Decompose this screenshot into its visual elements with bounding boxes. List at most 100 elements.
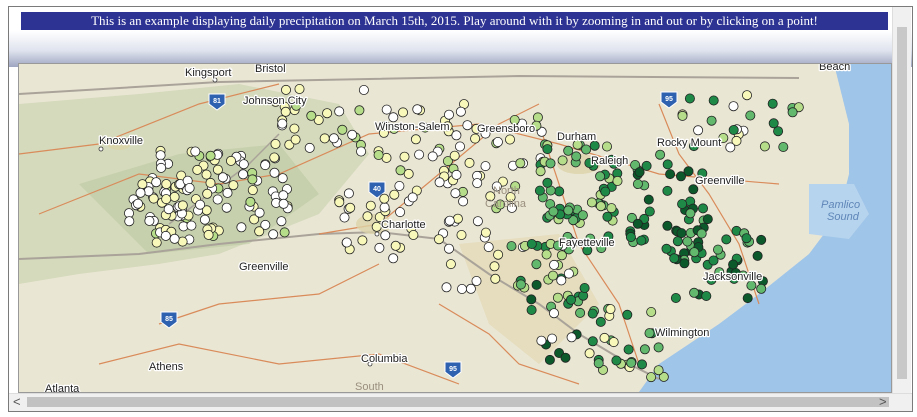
station-marker-none[interactable] (238, 159, 249, 170)
station-marker-light[interactable] (612, 176, 623, 187)
station-marker-moderate[interactable] (756, 283, 767, 294)
station-marker-none[interactable] (492, 137, 503, 148)
station-marker-none[interactable] (184, 183, 195, 194)
station-marker-none[interactable] (124, 216, 135, 227)
station-marker-moderate[interactable] (706, 115, 717, 126)
station-marker-none[interactable] (480, 161, 491, 172)
station-marker-none[interactable] (356, 146, 367, 157)
station-marker-moderate[interactable] (515, 279, 526, 290)
station-marker-trace[interactable] (456, 229, 467, 240)
station-marker-heavy[interactable] (587, 308, 598, 319)
station-marker-moderate[interactable] (563, 205, 574, 216)
station-marker-none[interactable] (471, 275, 482, 286)
station-marker-trace[interactable] (608, 337, 619, 348)
station-marker-light[interactable] (548, 270, 559, 281)
station-marker-none[interactable] (462, 120, 473, 131)
station-marker-light[interactable] (677, 110, 688, 121)
station-marker-trace[interactable] (203, 229, 214, 240)
station-marker-trace[interactable] (247, 185, 258, 196)
station-marker-none[interactable] (304, 142, 315, 153)
station-marker-none[interactable] (221, 202, 232, 213)
station-marker-trace[interactable] (742, 90, 753, 101)
station-marker-none[interactable] (443, 109, 454, 120)
station-marker-none[interactable] (725, 142, 736, 153)
station-marker-very-heavy[interactable] (665, 169, 676, 180)
station-marker-none[interactable] (563, 268, 574, 279)
station-marker-trace[interactable] (362, 211, 373, 222)
station-marker-light[interactable] (205, 150, 216, 161)
station-marker-none[interactable] (212, 194, 223, 205)
station-marker-heavy[interactable] (600, 186, 611, 197)
station-marker-none[interactable] (394, 181, 405, 192)
station-marker-very-heavy[interactable] (742, 293, 753, 304)
station-marker-heavy[interactable] (611, 355, 622, 366)
station-marker-very-heavy[interactable] (683, 166, 694, 177)
station-marker-none[interactable] (277, 173, 288, 184)
station-marker-heavy[interactable] (566, 294, 577, 305)
station-marker-very-heavy[interactable] (752, 250, 763, 261)
station-marker-heavy[interactable] (677, 198, 688, 209)
station-marker-heavy[interactable] (661, 243, 672, 254)
station-marker-heavy[interactable] (741, 233, 752, 244)
station-marker-none[interactable] (268, 229, 279, 240)
station-marker-heavy[interactable] (644, 206, 655, 217)
station-marker-moderate[interactable] (632, 179, 643, 190)
station-marker-none[interactable] (156, 162, 167, 173)
station-marker-trace[interactable] (334, 197, 345, 208)
station-marker-trace[interactable] (452, 213, 463, 224)
station-marker-light[interactable] (337, 124, 348, 135)
station-marker-moderate[interactable] (689, 247, 700, 258)
station-marker-none[interactable] (444, 215, 455, 226)
station-marker-none[interactable] (276, 216, 287, 227)
station-marker-none[interactable] (458, 196, 469, 207)
station-marker-none[interactable] (328, 133, 339, 144)
station-marker-trace[interactable] (177, 200, 188, 211)
station-marker-none[interactable] (343, 188, 354, 199)
station-marker-moderate[interactable] (653, 342, 664, 353)
station-marker-none[interactable] (155, 150, 166, 161)
station-marker-trace[interactable] (389, 189, 400, 200)
station-marker-heavy[interactable] (636, 235, 647, 246)
station-marker-trace[interactable] (410, 134, 421, 145)
station-marker-none[interactable] (483, 242, 494, 253)
horizontal-scroll-thumb[interactable] (27, 397, 889, 407)
station-marker-trace[interactable] (504, 134, 515, 145)
station-marker-none[interactable] (380, 230, 391, 241)
station-marker-heavy[interactable] (641, 160, 652, 171)
station-marker-trace[interactable] (161, 194, 172, 205)
station-marker-none[interactable] (412, 104, 423, 115)
station-marker-heavy[interactable] (767, 98, 778, 109)
precipitation-map[interactable]: 81 95 40 85 95 Kingsport Bristol Johnson… (18, 63, 892, 393)
station-marker-none[interactable] (441, 282, 452, 293)
scroll-right-arrow[interactable]: > (879, 395, 887, 409)
station-marker-none[interactable] (278, 198, 289, 209)
station-marker-moderate[interactable] (531, 259, 542, 270)
station-marker-moderate[interactable] (778, 142, 789, 153)
station-marker-none[interactable] (222, 187, 233, 198)
station-marker-none[interactable] (278, 190, 289, 201)
station-marker-trace[interactable] (397, 107, 408, 118)
station-marker-moderate[interactable] (685, 208, 696, 219)
station-marker-moderate[interactable] (682, 236, 693, 247)
station-marker-very-heavy[interactable] (531, 279, 542, 290)
station-marker-heavy[interactable] (698, 203, 709, 214)
station-marker-none[interactable] (472, 178, 483, 189)
station-marker-light[interactable] (535, 166, 546, 177)
station-marker-none[interactable] (238, 169, 249, 180)
station-marker-heavy[interactable] (670, 292, 681, 303)
station-marker-none[interactable] (379, 202, 390, 213)
station-marker-light[interactable] (532, 112, 543, 123)
station-marker-moderate[interactable] (575, 307, 586, 318)
station-marker-light[interactable] (279, 227, 290, 238)
station-marker-moderate[interactable] (563, 145, 574, 156)
station-marker-none[interactable] (456, 283, 467, 294)
station-marker-light[interactable] (646, 306, 657, 317)
station-marker-light[interactable] (586, 197, 597, 208)
station-marker-moderate[interactable] (713, 244, 724, 255)
station-marker-none[interactable] (334, 106, 345, 117)
vertical-scrollbar[interactable] (892, 7, 911, 393)
station-marker-none[interactable] (135, 187, 146, 198)
scroll-left-arrow[interactable]: < (13, 395, 21, 409)
station-marker-light[interactable] (354, 105, 365, 116)
station-marker-very-heavy[interactable] (662, 220, 673, 231)
